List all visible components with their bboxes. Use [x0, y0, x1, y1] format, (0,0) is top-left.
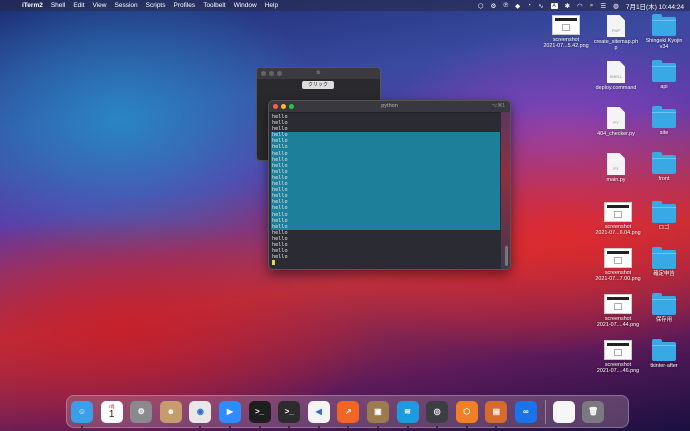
terminal-title: python	[381, 103, 398, 109]
quicktime-icon[interactable]: ◎	[426, 400, 449, 428]
vscode-icon[interactable]: ◀	[307, 400, 330, 428]
search-icon[interactable]: ⌕	[590, 2, 594, 10]
storage-folder[interactable]: 保存用	[636, 293, 690, 323]
logo-folder[interactable]: ロゴ	[636, 201, 690, 231]
menu-status-area: ⬡ ⚙ ℗ ◆ ◔ ∿ A ✱ ◠ ⌕ ☰ ◍ 7月1日(木) 10:44:24	[478, 0, 684, 11]
document-file-icon: SHELL	[607, 61, 625, 83]
chrome-icon[interactable]: ◉	[189, 400, 212, 428]
menu-shell[interactable]: Shell	[51, 2, 65, 9]
contacts-icon[interactable]: ☻	[159, 400, 182, 423]
menu-clock[interactable]: 7月1日(木) 10:44:24	[626, 1, 684, 11]
system-preferences-icon[interactable]: ⚙	[130, 400, 153, 423]
docker-icon[interactable]: ≋	[396, 400, 419, 428]
document-file-icon: PHP	[607, 15, 625, 37]
click-button[interactable]: クリック	[302, 81, 334, 89]
preview-icon[interactable]: ▤	[485, 400, 508, 428]
image-thumbnail-icon	[604, 248, 632, 268]
status-dropbox-icon[interactable]: ◆	[515, 2, 520, 10]
folder-icon	[652, 106, 676, 128]
folder-icon	[652, 339, 676, 361]
diagram-icon[interactable]: ⬡	[455, 400, 478, 428]
trash-icon[interactable]: 🗑	[582, 400, 605, 423]
desktop-icon-label: api	[660, 84, 668, 90]
folder-icon	[652, 60, 676, 82]
menu-toolbelt[interactable]: Toolbelt	[203, 2, 225, 9]
desktop-icon-label: ロゴ	[658, 225, 670, 231]
image-thumbnail-icon	[604, 202, 632, 222]
menu-edit[interactable]: Edit	[73, 2, 84, 9]
bluetooth-icon[interactable]: ✱	[565, 2, 570, 10]
menu-profiles[interactable]: Profiles	[174, 2, 196, 9]
image-thumbnail-icon	[604, 294, 632, 314]
loop-icon[interactable]: ∞	[514, 400, 537, 423]
status-wave-icon[interactable]: ∿	[538, 2, 543, 10]
terminal-titlebar[interactable]: python ⌥⌘1	[269, 101, 510, 113]
folder-icon	[652, 14, 676, 36]
screenshot-thumb-1[interactable]: screenshot 2021-07...5.42.png	[538, 15, 594, 50]
siri-icon[interactable]: ◍	[613, 2, 619, 10]
control-center-icon[interactable]: ☰	[600, 2, 606, 10]
image-thumbnail-icon	[604, 340, 632, 360]
desktop-icon-label: Shingeki Kyojin v34	[645, 38, 683, 51]
site-folder[interactable]: site	[636, 106, 690, 136]
terminal-cursor	[272, 260, 275, 266]
dock-divider	[544, 399, 546, 424]
menu-help[interactable]: Help	[265, 2, 278, 9]
input-source-badge[interactable]: A	[550, 2, 558, 9]
desktop-icon-label: front	[658, 176, 670, 182]
desktop-icon-label: 保存用	[655, 317, 673, 323]
tk-window-title: tk	[316, 70, 321, 76]
desktop-icon-label: site	[659, 130, 669, 136]
analytics-icon[interactable]: ↗	[337, 400, 360, 428]
tkinter-after-folder[interactable]: tkinter-after	[636, 339, 690, 369]
folder-icon	[652, 152, 676, 174]
document-file-icon: PY	[607, 153, 625, 175]
desktop-icon-label: 確定申告	[653, 271, 675, 277]
image-thumbnail-icon	[552, 15, 580, 35]
terminal-window[interactable]: python ⌥⌘1 hello hello hello hello hello hell…	[268, 100, 511, 270]
status-p-icon[interactable]: ℗	[503, 2, 508, 9]
finder-icon[interactable]: ☺	[71, 400, 93, 428]
zoom-icon[interactable]: ▶	[218, 400, 241, 428]
calendar-icon[interactable]: 7月 1	[100, 400, 123, 423]
status-gear-icon[interactable]: ⚙	[491, 2, 497, 10]
api-folder[interactable]: api	[636, 60, 690, 90]
archive-icon[interactable]: ▣	[366, 400, 389, 428]
front-folder[interactable]: front	[636, 152, 690, 182]
status-gauge-icon[interactable]: ◔	[527, 2, 531, 9]
status-app-icon[interactable]: ⬡	[478, 2, 484, 10]
folder-icon	[652, 293, 676, 315]
terminal-shortcut: ⌥⌘1	[491, 103, 505, 109]
iterm-icon[interactable]: >_	[278, 400, 301, 428]
terminal-prompt-line	[271, 260, 500, 266]
document-icon[interactable]	[552, 400, 575, 423]
wifi-icon[interactable]: ◠	[577, 2, 583, 10]
menu-window[interactable]: Window	[234, 2, 257, 9]
folder-icon	[652, 201, 676, 223]
tk-window-titlebar[interactable]: tk	[257, 68, 380, 79]
dock: ☺ 7月 1 ⚙ ☻ ◉ ▶ >_ >_ ◀ ↗ ▣ ≋ ◎ ⬡ ▤ ∞ 🗑	[66, 395, 629, 428]
shingeki-folder[interactable]: Shingeki Kyojin v34	[636, 14, 690, 51]
menu-bar: iTerm2 Shell Edit View Session Scripts P…	[0, 0, 690, 11]
desktop-icon-label: screenshot 2021-07...5.42.png	[543, 37, 589, 50]
terminal-icon[interactable]: >_	[248, 400, 271, 428]
menu-session[interactable]: Session	[115, 2, 138, 9]
document-file-icon: PY	[607, 107, 625, 129]
desktop-icon-label: tkinter-after	[650, 363, 678, 369]
tax-folder[interactable]: 確定申告	[636, 247, 690, 277]
terminal-scrollbar[interactable]	[505, 246, 508, 266]
calendar-day: 1	[108, 408, 115, 420]
menu-view[interactable]: View	[93, 2, 107, 9]
terminal-output[interactable]: hello hello hello hello hello hello hello hello…	[271, 114, 500, 266]
folder-icon	[652, 247, 676, 269]
menu-app-name[interactable]: iTerm2	[22, 2, 43, 9]
menu-scripts[interactable]: Scripts	[146, 2, 166, 9]
